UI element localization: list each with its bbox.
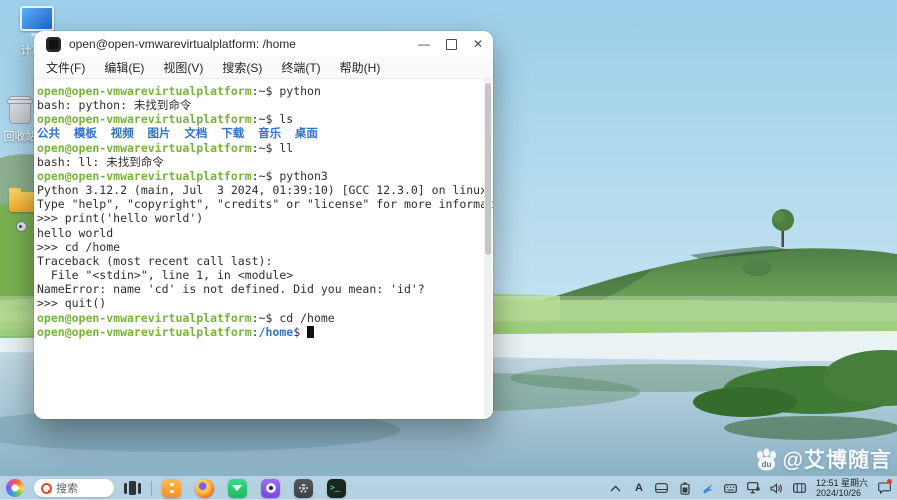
terminal-line: 公共 模板 视频 图片 文档 下载 音乐 桌面 bbox=[37, 126, 481, 140]
terminal-line: open@open-vmwarevirtualplatform:~$ pytho… bbox=[37, 84, 481, 98]
computer-icon bbox=[20, 6, 54, 31]
terminal-app-icon bbox=[46, 37, 61, 52]
bluetooth-icon[interactable] bbox=[701, 481, 715, 495]
desktop-icon-label: 回收站 bbox=[4, 128, 37, 144]
watermark-text: @艾博随言 bbox=[783, 444, 892, 474]
touchpad-icon[interactable] bbox=[655, 481, 669, 495]
terminal-line: bash: ll: 未找到命令 bbox=[37, 155, 481, 169]
launcher-icon[interactable] bbox=[6, 479, 24, 497]
baidu-paw-icon: du bbox=[753, 446, 780, 473]
system-tray: A 12:51 星期六 2024 bbox=[609, 478, 891, 499]
terminal-line: Python 3.12.2 (main, Jul 3 2024, 01:39:1… bbox=[37, 183, 481, 197]
keyboard-icon[interactable] bbox=[724, 481, 738, 495]
watermark: du @艾博随言 bbox=[753, 444, 892, 474]
camera-icon[interactable] bbox=[261, 479, 280, 498]
terminal-line: Type "help", "copyright", "credits" or "… bbox=[37, 197, 481, 211]
control-center-icon[interactable] bbox=[294, 479, 313, 498]
scrollbar-thumb[interactable] bbox=[485, 83, 491, 255]
terminal-body[interactable]: open@open-vmwarevirtualplatform:~$ pytho… bbox=[34, 79, 493, 419]
terminal-line: open@open-vmwarevirtualplatform:~$ ll bbox=[37, 141, 481, 155]
clock-date: 2024/10/26 bbox=[816, 488, 861, 499]
search-label: 搜索 bbox=[56, 480, 78, 496]
terminal-line: open@open-vmwarevirtualplatform:~$ pytho… bbox=[37, 169, 481, 183]
terminal-line: open@open-vmwarevirtualplatform:/home$ bbox=[37, 325, 481, 339]
svg-text:du: du bbox=[761, 460, 771, 469]
terminal-output: open@open-vmwarevirtualplatform:~$ pytho… bbox=[37, 84, 481, 339]
terminal-cursor bbox=[307, 326, 314, 338]
search-logo-icon bbox=[41, 483, 52, 494]
dot-icon bbox=[16, 221, 27, 232]
clock-time: 12:51 bbox=[816, 478, 839, 488]
file-manager-icon[interactable] bbox=[162, 479, 181, 498]
window-titlebar[interactable]: open@open-vmwarevirtualplatform: /home —… bbox=[34, 31, 493, 57]
close-button[interactable]: ✕ bbox=[473, 38, 483, 50]
firefox-icon[interactable] bbox=[195, 479, 214, 498]
terminal-line: >>> quit() bbox=[37, 296, 481, 310]
search-box[interactable]: 搜索 bbox=[34, 479, 114, 497]
taskbar-clock[interactable]: 12:51 星期六 2024/10/26 bbox=[816, 478, 868, 499]
network-icon[interactable] bbox=[747, 481, 761, 495]
terminal-line: Traceback (most recent call last): bbox=[37, 254, 481, 268]
menu-item[interactable]: 视图(V) bbox=[163, 59, 203, 76]
folder-icon bbox=[9, 192, 36, 212]
taskbar: 搜索 A bbox=[0, 476, 897, 500]
notification-center-icon[interactable] bbox=[877, 481, 891, 495]
terminal-line: File "<stdin>", line 1, in <module> bbox=[37, 268, 481, 282]
terminal-line: NameError: name 'cd' is not defined. Did… bbox=[37, 282, 481, 296]
terminal-line: >>> print('hello world') bbox=[37, 211, 481, 225]
clock-weekday: 星期六 bbox=[841, 478, 868, 488]
task-view-icon[interactable] bbox=[124, 481, 141, 496]
onboard-keyboard-icon[interactable] bbox=[793, 481, 807, 495]
menu-item[interactable]: 终端(T) bbox=[281, 59, 320, 76]
maximize-button[interactable] bbox=[446, 39, 457, 50]
menu-bar: 文件(F) 编辑(E) 视图(V) 搜索(S) 终端(T) 帮助(H) bbox=[34, 57, 493, 79]
taskbar-divider bbox=[151, 481, 152, 496]
terminal-line: hello world bbox=[37, 226, 481, 240]
input-method-icon[interactable]: A bbox=[632, 481, 646, 495]
terminal-scrollbar[interactable] bbox=[484, 79, 492, 417]
mail-icon[interactable] bbox=[228, 479, 247, 498]
battery-icon[interactable] bbox=[678, 481, 692, 495]
menu-item[interactable]: 文件(F) bbox=[46, 59, 85, 76]
terminal-line: bash: python: 未找到命令 bbox=[37, 98, 481, 112]
terminal-line: open@open-vmwarevirtualplatform:~$ ls bbox=[37, 112, 481, 126]
window-title: open@open-vmwarevirtualplatform: /home bbox=[69, 37, 410, 51]
terminal-line: open@open-vmwarevirtualplatform:~$ cd /h… bbox=[37, 311, 481, 325]
menu-item[interactable]: 搜索(S) bbox=[222, 59, 262, 76]
terminal-line: >>> cd /home bbox=[37, 240, 481, 254]
terminal-dock-icon[interactable] bbox=[327, 479, 346, 498]
terminal-window: open@open-vmwarevirtualplatform: /home —… bbox=[34, 31, 493, 419]
desktop: 计算机 回收站 open@open-vmwarevirtualplatform:… bbox=[0, 0, 897, 500]
menu-item[interactable]: 编辑(E) bbox=[104, 59, 144, 76]
volume-icon[interactable] bbox=[770, 481, 784, 495]
menu-item[interactable]: 帮助(H) bbox=[340, 59, 381, 76]
minimize-button[interactable]: — bbox=[418, 38, 430, 50]
tray-expand-icon[interactable] bbox=[609, 481, 623, 495]
trash-icon bbox=[9, 96, 31, 124]
